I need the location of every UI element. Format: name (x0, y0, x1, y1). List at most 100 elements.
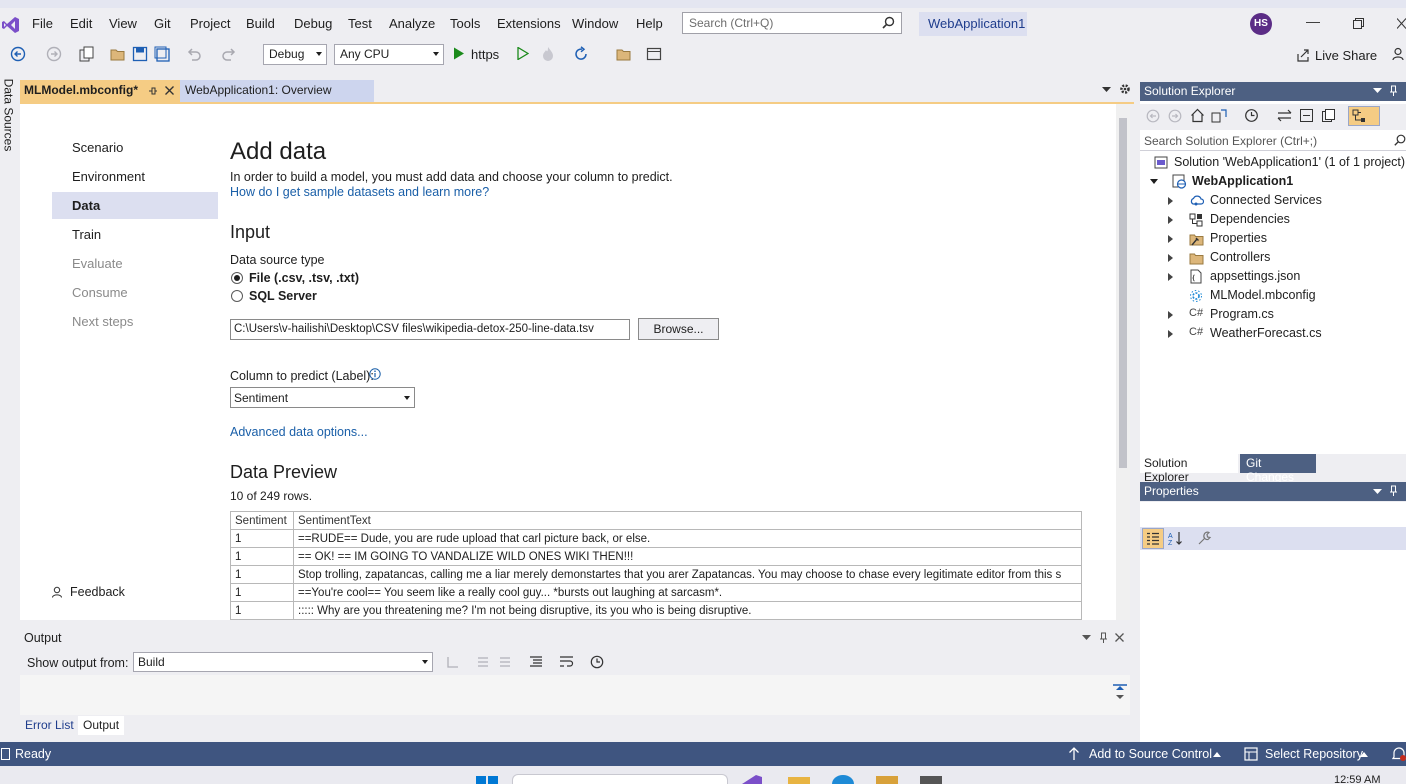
browse-button[interactable]: Browse... (638, 318, 719, 340)
pin-icon[interactable] (1099, 632, 1108, 643)
collapsed-arrow-icon[interactable] (1168, 254, 1173, 262)
search-input[interactable]: Search (Ctrl+Q) (682, 12, 902, 34)
redo-icon[interactable] (221, 46, 237, 62)
property-pages-icon[interactable] (1197, 531, 1212, 546)
platform-dropdown[interactable]: Any CPU (334, 44, 444, 65)
close-pane-icon[interactable] (1115, 633, 1124, 642)
solution-explorer-search-input[interactable]: Search Solution Explorer (Ctrl+;) (1140, 131, 1406, 151)
clear-all-icon[interactable] (529, 655, 543, 669)
app-taskbar-icon[interactable] (920, 775, 942, 784)
file-source-radio[interactable] (231, 272, 243, 284)
gear-icon[interactable] (1119, 83, 1131, 95)
visual-studio-taskbar-icon[interactable] (741, 774, 763, 784)
tab-webapplication-overview[interactable]: WebApplication1: Overview (180, 80, 374, 102)
minimize-icon[interactable]: — (1306, 13, 1320, 29)
wizard-step-train[interactable]: Train (52, 221, 218, 248)
collapsed-arrow-icon[interactable] (1168, 311, 1173, 319)
output-scroll-arrows-icon[interactable] (1113, 683, 1127, 701)
hot-reload-icon[interactable] (541, 46, 555, 62)
close-tab-icon[interactable] (165, 86, 174, 95)
expanded-arrow-icon[interactable] (1150, 179, 1158, 184)
menu-view[interactable]: View (109, 16, 137, 31)
info-icon[interactable] (369, 368, 381, 380)
label-column-dropdown[interactable]: Sentiment (230, 387, 415, 408)
tab-mlmodel-mbconfig[interactable]: MLModel.mbconfig* (20, 80, 180, 102)
home-icon[interactable] (1190, 108, 1205, 123)
tab-overflow-icon[interactable] (1102, 87, 1111, 93)
notifications-icon[interactable] (1392, 746, 1406, 762)
data-sources-tab[interactable]: Data Sources (0, 79, 18, 160)
pending-changes-filter-icon[interactable] (1244, 108, 1259, 123)
project-name-badge[interactable]: WebApplication1 (919, 12, 1027, 36)
column-header[interactable]: Sentiment (230, 511, 294, 530)
next-message-icon[interactable] (498, 655, 512, 669)
find-message-icon[interactable] (446, 655, 460, 669)
sync-with-active-document-icon[interactable] (1277, 108, 1292, 123)
collapsed-arrow-icon[interactable] (1168, 216, 1173, 224)
switch-views-icon[interactable] (1211, 108, 1227, 123)
file-source-label[interactable]: File (.csv, .tsv, .txt) (249, 271, 359, 285)
forward-icon[interactable] (1168, 109, 1182, 123)
collapsed-arrow-icon[interactable] (1168, 330, 1173, 338)
restore-icon[interactable] (1353, 18, 1364, 29)
file-path-input[interactable]: C:\Users\v-hailishi\Desktop\CSV files\wi… (230, 319, 630, 340)
save-icon[interactable] (132, 46, 148, 62)
output-text-area[interactable] (20, 675, 1130, 715)
start-debugging-icon[interactable] (453, 47, 465, 60)
collapse-all-icon[interactable] (1299, 108, 1314, 123)
menu-file[interactable]: File (32, 16, 53, 31)
tab-git-changes[interactable]: Git Changes (1240, 454, 1316, 484)
menu-tools[interactable]: Tools (450, 16, 480, 31)
avatar[interactable]: HS (1250, 13, 1272, 35)
pin-icon[interactable] (1389, 85, 1398, 96)
tab-output[interactable]: Output (78, 716, 125, 735)
sql-server-radio[interactable] (231, 290, 243, 302)
alphabetical-sort-icon[interactable]: AZ (1168, 531, 1184, 546)
configuration-dropdown[interactable]: Debug (263, 44, 327, 65)
wizard-step-data[interactable]: Data (52, 192, 218, 219)
undo-icon[interactable] (186, 46, 202, 62)
menu-build[interactable]: Build (246, 16, 275, 31)
back-icon[interactable] (1146, 109, 1160, 123)
close-window-icon[interactable] (1397, 18, 1406, 29)
wizard-step-scenario[interactable]: Scenario (52, 134, 218, 161)
taskbar-search-box[interactable] (512, 774, 728, 784)
menu-test[interactable]: Test (348, 16, 372, 31)
feedback-person-icon[interactable] (1392, 47, 1406, 61)
tab-solution-explorer[interactable]: Solution Explorer (1140, 454, 1238, 484)
pin-icon[interactable] (1389, 485, 1398, 496)
taskbar-clock[interactable]: 12:59 AM (1334, 774, 1380, 784)
menu-project[interactable]: Project (190, 16, 230, 31)
column-header[interactable]: SentimentText (293, 511, 1082, 530)
menu-help[interactable]: Help (636, 16, 663, 31)
folder-taskbar-icon[interactable] (876, 775, 898, 784)
add-to-source-control-button[interactable]: Add to Source Control (1089, 747, 1212, 761)
output-source-dropdown[interactable]: Build (133, 652, 433, 672)
wizard-step-environment[interactable]: Environment (52, 163, 218, 190)
clock-icon[interactable] (590, 655, 604, 669)
visual-studio-logo-icon[interactable] (2, 16, 20, 34)
menu-extensions[interactable]: Extensions (497, 16, 561, 31)
save-all-icon[interactable] (154, 46, 170, 62)
previous-message-icon[interactable] (476, 655, 490, 669)
pane-menu-icon[interactable] (1082, 635, 1091, 641)
collapsed-arrow-icon[interactable] (1168, 197, 1173, 205)
tab-error-list[interactable]: Error List (20, 716, 79, 735)
run-target-label[interactable]: https (471, 47, 499, 62)
file-explorer-icon[interactable] (788, 776, 810, 784)
open-folder-icon[interactable] (110, 46, 126, 62)
show-all-files-icon[interactable] (1321, 108, 1336, 123)
start-menu-icon[interactable] (476, 775, 498, 784)
collapsed-arrow-icon[interactable] (1168, 235, 1173, 243)
start-without-debugging-icon[interactable] (517, 47, 529, 60)
menu-edit[interactable]: Edit (70, 16, 92, 31)
menu-window[interactable]: Window (572, 16, 618, 31)
categorized-button[interactable] (1142, 528, 1164, 549)
forward-icon[interactable] (46, 46, 62, 62)
editor-scrollbar-thumb[interactable] (1119, 118, 1127, 468)
back-icon[interactable] (10, 46, 26, 62)
live-share-button[interactable]: Live Share (1315, 48, 1377, 63)
menu-analyze[interactable]: Analyze (389, 16, 435, 31)
collapsed-arrow-icon[interactable] (1168, 273, 1173, 281)
edge-browser-icon[interactable] (832, 775, 854, 784)
